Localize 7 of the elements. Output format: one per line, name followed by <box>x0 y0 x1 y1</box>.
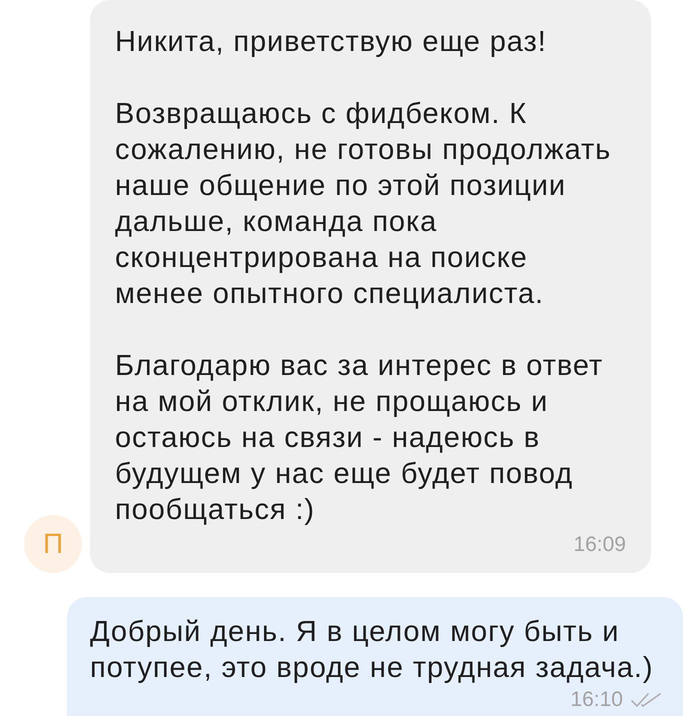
message-time: 16:10 <box>570 688 623 712</box>
sender-avatar[interactable]: П <box>24 515 82 573</box>
message-text: Благодарю вас за интерес в ответ на мой отклик, не прощаюсь и остаюсь на связи - надеюсь в будущем у нас еще будет повод пообщаться :) <box>115 349 604 528</box>
message-text: Никита, приветствую еще раз! <box>115 25 547 60</box>
message-text: Возвращаюсь с фидбеком. К сожалению, не готовы продолжать наше общение по этой позиции дальше, команда пока сконцентрирована на поиске менее опытного специалиста. <box>115 97 612 312</box>
message-time: 16:09 <box>573 533 626 557</box>
message-text: Добрый день. Я в целом могу быть и потупее, это вроде не трудная задача.) <box>90 615 654 686</box>
